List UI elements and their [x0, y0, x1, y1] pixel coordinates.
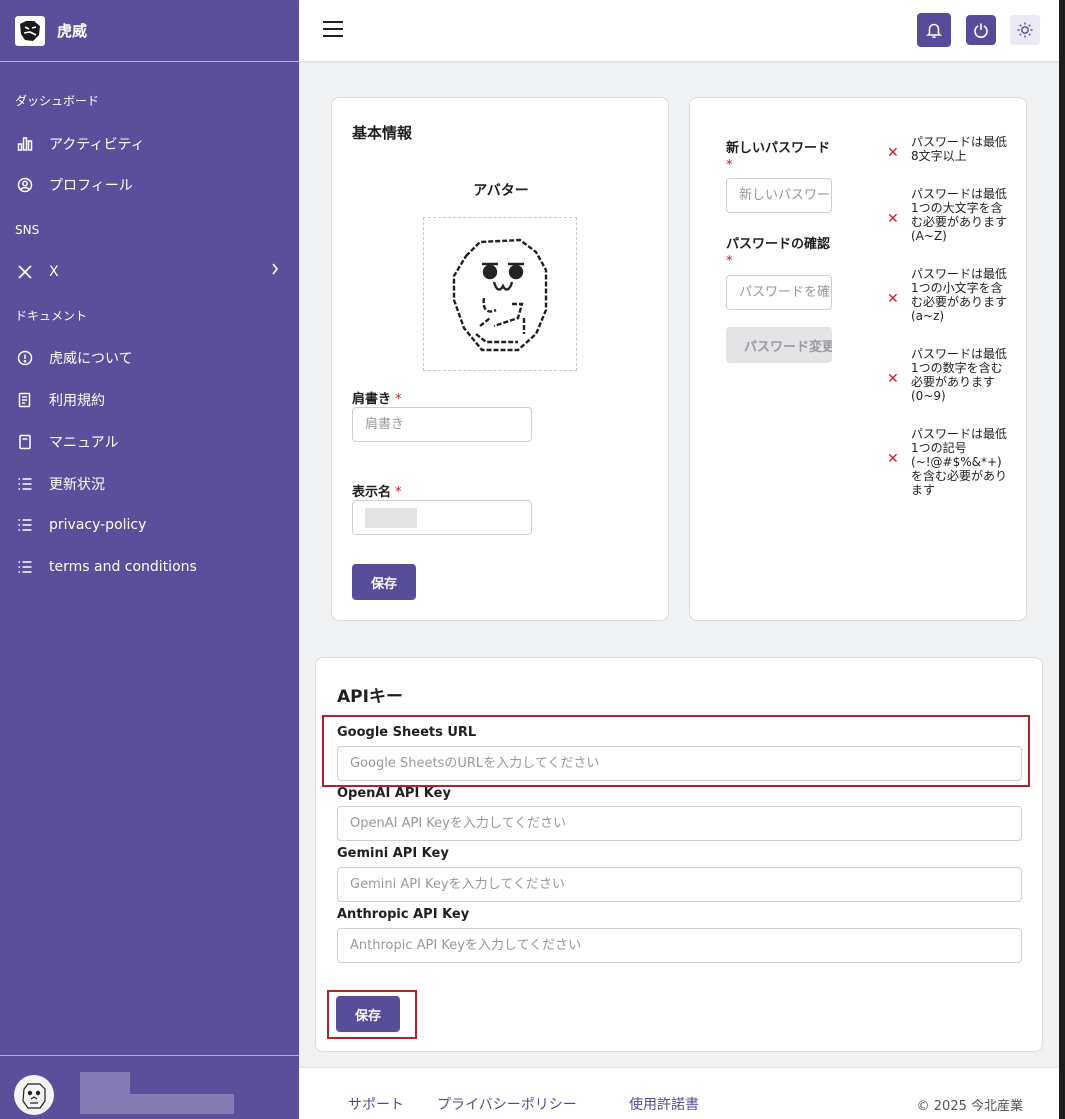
required-marker: *	[726, 158, 733, 173]
notification-button[interactable]	[917, 13, 951, 47]
card-title: APIキー	[337, 687, 403, 707]
sidebar-item-label: X	[49, 264, 59, 280]
password-rule: ✕ パスワードは最低8文字以上	[887, 135, 1008, 163]
highlight-box	[327, 990, 417, 1039]
avatar-upload[interactable]	[423, 217, 577, 371]
section-dashboard: ダッシュボード	[15, 94, 100, 108]
section-documents: ドキュメント	[15, 309, 88, 323]
user-circle-icon	[16, 176, 34, 194]
password-rule: ✕ パスワードは最低1つの大文字を含む必要があります(A~Z)	[887, 187, 1008, 243]
gemini-api-key-input[interactable]: Gemini API Keyを入力してください	[337, 867, 1022, 902]
x-logo-icon	[16, 263, 34, 281]
sidebar-item-activity[interactable]: アクティビティ	[0, 126, 299, 162]
power-icon	[974, 23, 988, 38]
info-circle-icon	[16, 349, 34, 367]
password-rule: ✕ パスワードは最低1つの数字を含む必要があります(0~9)	[887, 347, 1008, 403]
brand[interactable]: 虎威	[0, 0, 299, 62]
password-rule: ✕ パスワードは最低1つの小文字を含む必要があります(a~z)	[887, 267, 1008, 323]
required-marker: *	[726, 254, 733, 269]
avatar-label: アバター	[473, 183, 529, 199]
sidebar-item-label: アクティビティ	[49, 137, 145, 153]
avatar	[14, 1075, 54, 1115]
sidebar-item-terms-and-conditions[interactable]: terms and conditions	[0, 549, 299, 585]
close-icon: ✕	[887, 145, 899, 161]
highlight-box	[322, 715, 1030, 787]
sidebar-item-label: プロフィール	[49, 178, 133, 194]
scrollbar[interactable]	[1059, 0, 1065, 1119]
sidebar-item-label: 虎威について	[49, 351, 133, 367]
sidebar-item-label: 更新状況	[49, 477, 105, 493]
display-name-label: 表示名 *	[352, 485, 402, 500]
app-name: 虎威	[57, 22, 88, 40]
title-field-label: 肩書き *	[352, 392, 402, 407]
copyright: © 2025 今北産業	[916, 1099, 1023, 1114]
bell-icon	[926, 23, 942, 38]
sidebar-item-manual[interactable]: マニュアル	[0, 424, 299, 460]
license-link[interactable]: 使用許諾書	[629, 1094, 699, 1114]
user-name-redacted	[80, 1072, 130, 1094]
sidebar-item-profile[interactable]: プロフィール	[0, 167, 299, 203]
bar-chart-icon	[16, 135, 34, 153]
gemini-label: Gemini API Key	[337, 846, 449, 861]
top-bar	[299, 0, 1059, 62]
list-icon	[16, 558, 34, 576]
avatar-image-icon	[452, 238, 548, 352]
password-card: 新しいパスワード * 新しいパスワード パスワードの確認 * パスワードを確認 …	[689, 97, 1027, 621]
change-password-button[interactable]: パスワード変更	[726, 327, 832, 363]
footer: サポート プライバシーポリシー 使用許諾書 © 2025 今北産業	[299, 1067, 1059, 1119]
document-icon	[16, 391, 34, 409]
anthropic-label: Anthropic API Key	[337, 907, 470, 922]
tiger-logo-icon	[15, 15, 45, 46]
sidebar-item-updates[interactable]: 更新状況	[0, 466, 299, 502]
chevron-right-icon	[271, 263, 279, 279]
sidebar-item-privacy-policy[interactable]: privacy-policy	[0, 507, 299, 543]
confirm-password-input[interactable]: パスワードを確認	[726, 275, 832, 310]
support-link[interactable]: サポート	[348, 1094, 404, 1114]
close-icon: ✕	[887, 211, 899, 227]
privacy-policy-link[interactable]: プライバシーポリシー	[437, 1094, 577, 1114]
display-name-redacted	[365, 508, 417, 528]
close-icon: ✕	[887, 291, 899, 307]
sidebar-item-x[interactable]: X	[0, 254, 299, 290]
basic-info-card: 基本情報 アバター 肩書き * 肩書き 表示名 * 保存	[331, 97, 669, 621]
list-icon	[16, 475, 34, 493]
anthropic-api-key-input[interactable]: Anthropic API Keyを入力してください	[337, 928, 1022, 963]
menu-icon[interactable]	[323, 21, 343, 39]
book-icon	[16, 433, 34, 451]
user-menu[interactable]	[0, 1055, 299, 1119]
sun-icon	[1017, 22, 1033, 38]
theme-toggle-button[interactable]	[1010, 15, 1040, 45]
sidebar-item-label: マニュアル	[49, 435, 119, 451]
section-sns: SNS	[15, 223, 40, 237]
openai-label: OpenAI API Key	[337, 786, 451, 801]
save-button[interactable]: 保存	[352, 564, 416, 600]
logout-button[interactable]	[966, 15, 996, 45]
sidebar-item-label: terms and conditions	[49, 559, 197, 575]
user-email-redacted	[80, 1094, 234, 1114]
openai-api-key-input[interactable]: OpenAI API Keyを入力してください	[337, 806, 1022, 841]
password-rule: ✕ パスワードは最低1つの記号(~!@#$%&*+)を含む必要があります	[887, 427, 1008, 497]
sidebar-item-about[interactable]: 虎威について	[0, 340, 299, 376]
sidebar-item-label: privacy-policy	[49, 517, 147, 533]
display-name-input[interactable]	[352, 500, 532, 535]
new-password-label: 新しいパスワード	[726, 141, 831, 156]
confirm-password-label: パスワードの確認	[726, 237, 831, 252]
close-icon: ✕	[887, 451, 899, 467]
sidebar: 虎威 ダッシュボード アクティビティ プロフィール SNS X ドキュメント 虎…	[0, 0, 299, 1119]
sidebar-item-label: 利用規約	[49, 393, 105, 409]
new-password-input[interactable]: 新しいパスワード	[726, 178, 832, 213]
sidebar-item-terms-of-use[interactable]: 利用規約	[0, 382, 299, 418]
list-icon	[16, 516, 34, 534]
title-input[interactable]: 肩書き	[352, 407, 532, 442]
close-icon: ✕	[887, 371, 899, 387]
card-title: 基本情報	[352, 124, 413, 142]
